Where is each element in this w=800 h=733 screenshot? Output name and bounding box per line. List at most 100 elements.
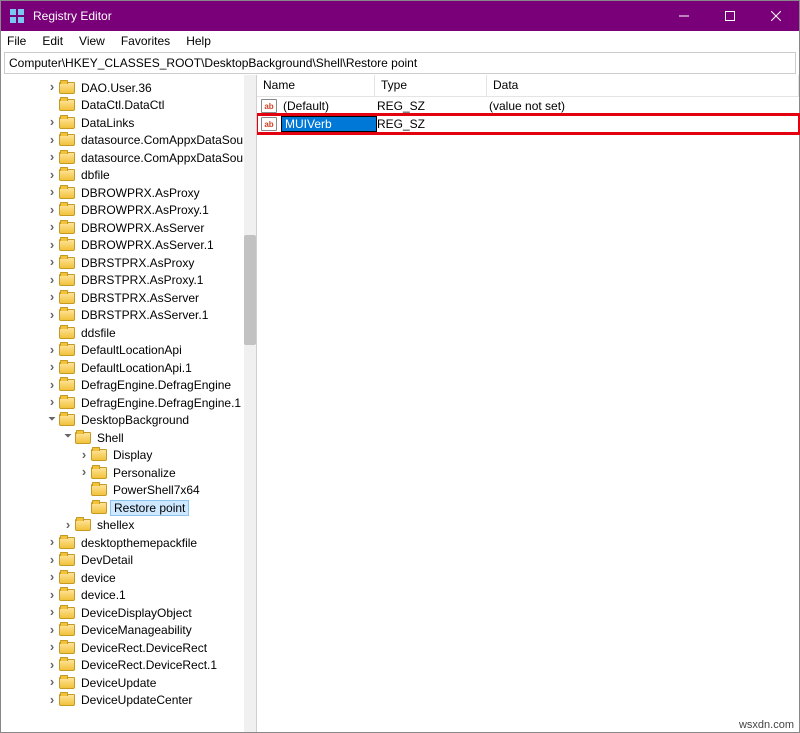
tree-item[interactable]: DBROWPRX.AsProxy.1 [1, 202, 256, 220]
tree-item[interactable]: DBROWPRX.AsServer.1 [1, 237, 256, 255]
menu-edit[interactable]: Edit [42, 34, 63, 48]
close-button[interactable] [753, 1, 799, 31]
tree-item[interactable]: DeviceRect.DeviceRect.1 [1, 657, 256, 675]
tree-item[interactable]: desktopthemepackfile [1, 534, 256, 552]
tree-item[interactable]: ddsfile [1, 324, 256, 342]
tree-item[interactable]: DBRSTPRX.AsProxy.1 [1, 272, 256, 290]
expand-icon[interactable] [77, 447, 91, 462]
tree-item[interactable]: DBROWPRX.AsServer [1, 219, 256, 237]
expand-icon[interactable] [45, 552, 59, 567]
expand-icon[interactable] [45, 414, 59, 425]
tree-item[interactable]: Restore point [1, 499, 256, 517]
expand-icon[interactable] [61, 517, 75, 532]
folder-icon [59, 677, 75, 689]
col-name[interactable]: Name [257, 75, 375, 96]
expand-icon[interactable] [45, 307, 59, 322]
tree-item[interactable]: DAO.User.36 [1, 79, 256, 97]
menu-view[interactable]: View [79, 34, 105, 48]
col-type[interactable]: Type [375, 75, 487, 96]
expand-icon[interactable] [45, 604, 59, 619]
expand-icon[interactable] [45, 237, 59, 252]
tree-item[interactable]: DefragEngine.DefragEngine.1 [1, 394, 256, 412]
maximize-button[interactable] [707, 1, 753, 31]
value-row[interactable]: MUIVerbREG_SZ [257, 115, 799, 133]
tree-item[interactable]: DeviceUpdate [1, 674, 256, 692]
expand-icon[interactable] [77, 464, 91, 479]
values-pane[interactable]: Name Type Data (Default)REG_SZ(value not… [257, 75, 799, 732]
expand-icon[interactable] [45, 534, 59, 549]
expand-icon[interactable] [45, 254, 59, 269]
folder-icon [75, 432, 91, 444]
value-type: REG_SZ [377, 99, 489, 113]
expand-icon[interactable] [45, 79, 59, 94]
expand-icon[interactable] [45, 132, 59, 147]
expand-icon[interactable] [45, 657, 59, 672]
tree-item[interactable]: DefaultLocationApi.1 [1, 359, 256, 377]
tree-item[interactable]: datasource.ComAppxDataSou [1, 149, 256, 167]
expand-icon[interactable] [45, 219, 59, 234]
tree-label: device.1 [79, 588, 128, 602]
value-row[interactable]: (Default)REG_SZ(value not set) [257, 97, 799, 115]
expand-icon[interactable] [45, 639, 59, 654]
expand-icon[interactable] [45, 114, 59, 129]
expand-icon[interactable] [45, 272, 59, 287]
address-bar[interactable]: Computer\HKEY_CLASSES_ROOT\DesktopBackgr… [4, 52, 796, 74]
folder-icon [91, 449, 107, 461]
tree-item[interactable]: device [1, 569, 256, 587]
tree-scrollbar[interactable] [244, 75, 256, 732]
menu-file[interactable]: File [7, 34, 26, 48]
expand-icon[interactable] [45, 359, 59, 374]
tree-item[interactable]: DBRSTPRX.AsProxy [1, 254, 256, 272]
value-name[interactable]: (Default) [281, 99, 377, 113]
watermark: wsxdn.com [739, 719, 794, 731]
folder-icon [59, 239, 75, 251]
tree-item[interactable]: DeviceDisplayObject [1, 604, 256, 622]
value-name[interactable]: MUIVerb [281, 116, 377, 132]
minimize-button[interactable] [661, 1, 707, 31]
tree-item[interactable]: DesktopBackground [1, 412, 256, 430]
tree-item[interactable]: DeviceUpdateCenter [1, 692, 256, 710]
expand-icon[interactable] [45, 202, 59, 217]
tree-label: dbfile [79, 168, 112, 182]
tree-item[interactable]: PowerShell7x64 [1, 482, 256, 500]
tree-item[interactable]: DBRSTPRX.AsServer.1 [1, 307, 256, 325]
tree-item[interactable]: dbfile [1, 167, 256, 185]
expand-icon[interactable] [45, 394, 59, 409]
menu-favorites[interactable]: Favorites [121, 34, 170, 48]
tree-label: DesktopBackground [79, 413, 191, 427]
tree-label: DeviceManageability [79, 623, 194, 637]
tree-item[interactable]: DefragEngine.DefragEngine [1, 377, 256, 395]
expand-icon[interactable] [45, 692, 59, 707]
tree-item[interactable]: DefaultLocationApi [1, 342, 256, 360]
tree-item[interactable]: shellex [1, 517, 256, 535]
tree-item[interactable]: DBRSTPRX.AsServer [1, 289, 256, 307]
tree-item[interactable]: Display [1, 447, 256, 465]
expand-icon[interactable] [45, 342, 59, 357]
tree-item[interactable]: DeviceRect.DeviceRect [1, 639, 256, 657]
tree-label: DeviceRect.DeviceRect [79, 641, 209, 655]
expand-icon[interactable] [45, 289, 59, 304]
tree-item[interactable]: datasource.ComAppxDataSou [1, 132, 256, 150]
expand-icon[interactable] [45, 569, 59, 584]
tree-item[interactable]: Shell [1, 429, 256, 447]
tree-item[interactable]: DataLinks [1, 114, 256, 132]
expand-icon[interactable] [45, 184, 59, 199]
menu-help[interactable]: Help [186, 34, 211, 48]
expand-icon[interactable] [45, 377, 59, 392]
tree-item[interactable]: DBROWPRX.AsProxy [1, 184, 256, 202]
tree-item[interactable]: DevDetail [1, 552, 256, 570]
expand-icon[interactable] [45, 622, 59, 637]
col-data[interactable]: Data [487, 75, 799, 96]
expand-icon[interactable] [45, 167, 59, 182]
values-header: Name Type Data [257, 75, 799, 97]
tree-item[interactable]: Personalize [1, 464, 256, 482]
tree-item[interactable]: DeviceManageability [1, 622, 256, 640]
expand-icon[interactable] [45, 587, 59, 602]
expand-icon[interactable] [61, 431, 75, 442]
tree-item[interactable]: DataCtl.DataCtl [1, 97, 256, 115]
menubar: File Edit View Favorites Help [1, 31, 799, 51]
expand-icon[interactable] [45, 674, 59, 689]
tree-item[interactable]: device.1 [1, 587, 256, 605]
expand-icon[interactable] [45, 149, 59, 164]
tree-pane[interactable]: DAO.User.36DataCtl.DataCtlDataLinksdatas… [1, 75, 257, 732]
